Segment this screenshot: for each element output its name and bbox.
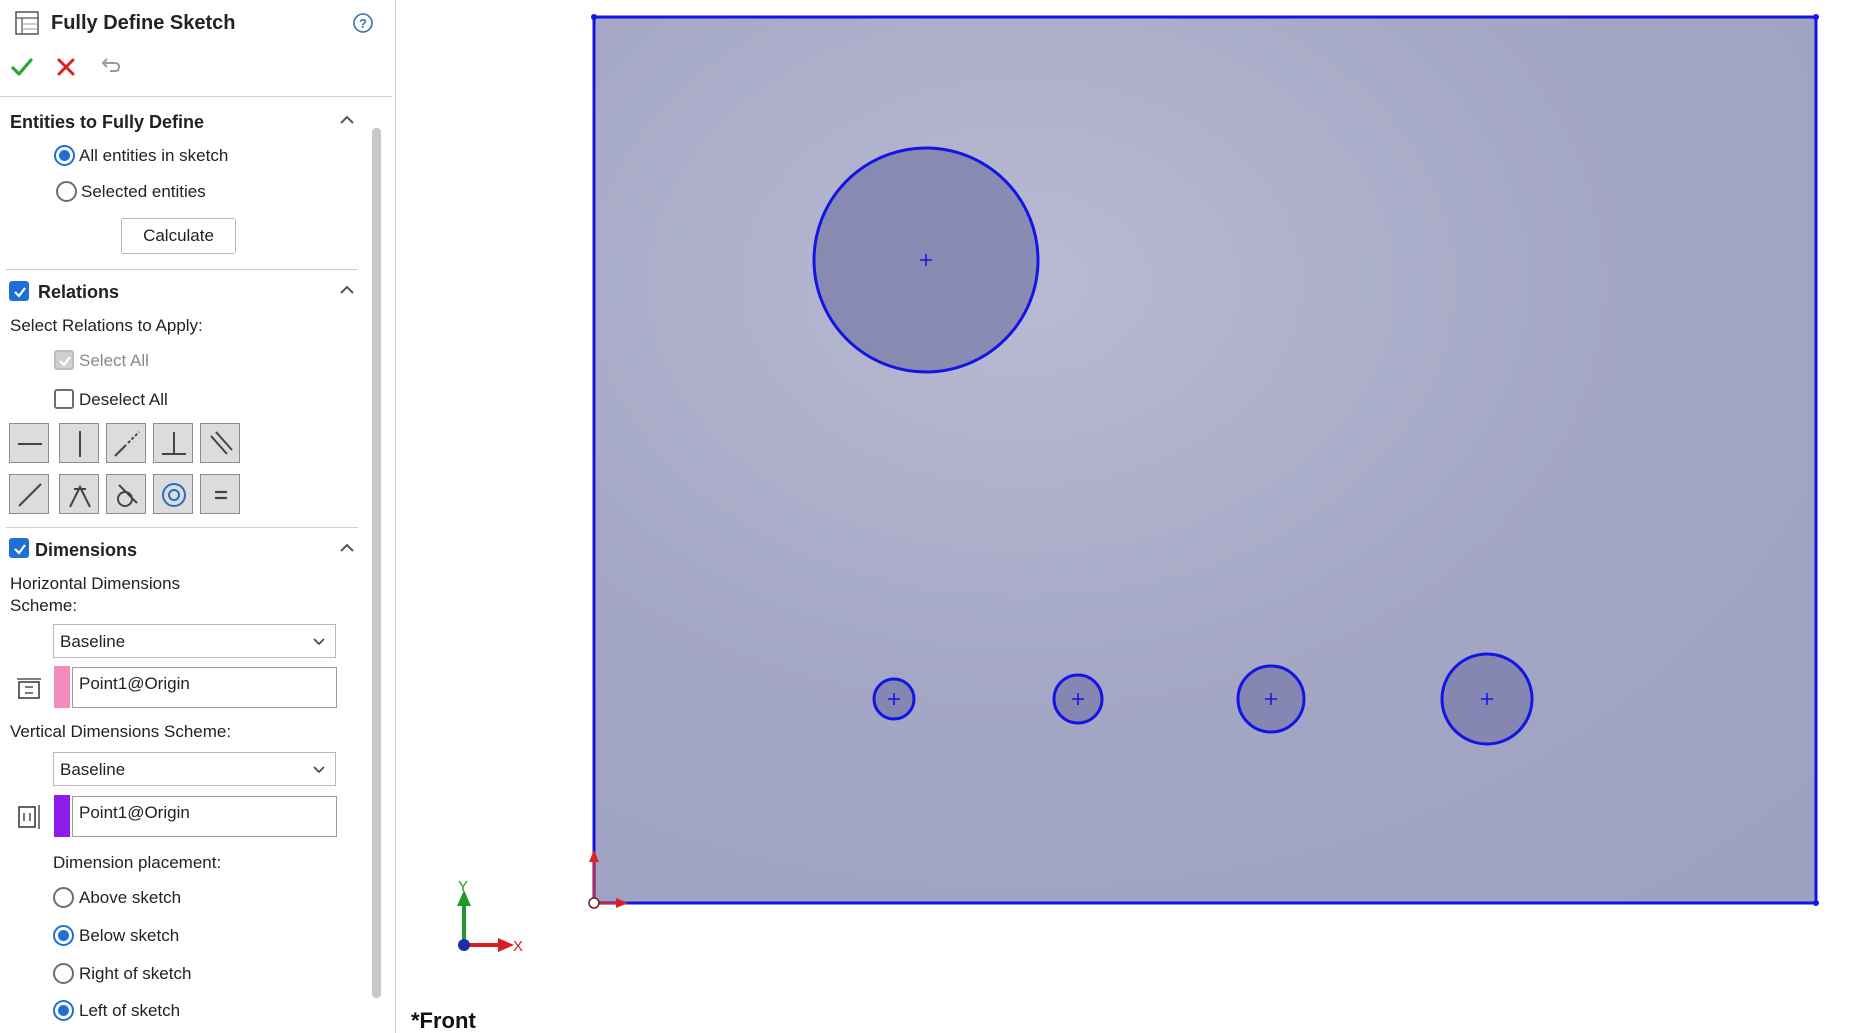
entities-section-title: Entities to Fully Define (10, 112, 205, 132)
ok-button[interactable] (10, 56, 34, 83)
entities-divider (6, 269, 358, 270)
parallel-relation-button[interactable] (200, 423, 240, 463)
view-name-label: *Front (411, 1008, 476, 1033)
vertical-relation-button[interactable] (59, 423, 99, 463)
coincident-relation-icon (69, 484, 91, 508)
collinear-relation-button[interactable] (106, 423, 146, 463)
midpoint-relation-button[interactable] (9, 474, 49, 514)
vertical-datum-value: Point1@Origin (79, 803, 190, 822)
vertical-datum-field[interactable]: Point1@Origin (72, 796, 337, 837)
parallel-relation-icon (210, 431, 233, 455)
selected-entities-label: Selected entities (81, 182, 206, 201)
left-of-sketch-radio[interactable] (53, 1000, 74, 1021)
triad-y-label: Y (458, 878, 468, 895)
horizontal-datum-field[interactable]: Point1@Origin (72, 667, 337, 708)
selected-entities-radio[interactable] (56, 181, 77, 202)
rectangle-corner-point[interactable] (591, 14, 597, 20)
horizontal-scheme-dropdown[interactable]: Baseline (53, 624, 336, 658)
horizontal-datum-value: Point1@Origin (79, 674, 190, 693)
above-sketch-radio[interactable] (53, 887, 74, 908)
equal-relation-icon (215, 490, 227, 500)
below-sketch-radio[interactable] (53, 925, 74, 946)
dimension-placement-label: Dimension placement: (53, 853, 222, 872)
header-divider (0, 96, 392, 97)
select-all-label: Select All (79, 351, 149, 370)
right-of-sketch-radio[interactable] (53, 963, 74, 984)
relations-divider (6, 527, 358, 528)
chevron-down-icon (313, 766, 325, 774)
undo-button[interactable] (98, 55, 122, 82)
tangent-relation-icon (117, 484, 138, 507)
below-sketch-label: Below sketch (79, 926, 180, 945)
vertical-datum-icon (15, 803, 43, 836)
dimensions-checkbox[interactable] (9, 538, 29, 558)
horizontal-datum-color-swatch (54, 666, 70, 708)
graphics-area[interactable]: Y X (396, 0, 1851, 1033)
vertical-scheme-label: Vertical Dimensions Scheme: (10, 722, 232, 741)
concentric-relation-button[interactable] (153, 474, 193, 514)
perpendicular-relation-button[interactable] (153, 423, 193, 463)
relations-checkbox[interactable] (9, 281, 29, 301)
help-circle-icon[interactable]: ? (352, 12, 374, 39)
cancel-button[interactable] (56, 57, 76, 82)
above-sketch-label: Above sketch (79, 888, 182, 907)
right-of-sketch-label: Right of sketch (79, 964, 192, 983)
undo-icon (101, 58, 121, 72)
horizontal-datum-icon (15, 675, 43, 708)
vertical-scheme-dropdown[interactable]: Baseline (53, 752, 336, 786)
calculate-button[interactable]: Calculate (121, 218, 236, 254)
concentric-relation-icon (162, 483, 186, 507)
tangent-relation-button[interactable] (106, 474, 146, 514)
left-of-sketch-label: Left of sketch (79, 1001, 181, 1020)
svg-text:?: ? (359, 16, 367, 31)
fully-define-sketch-icon (14, 10, 40, 41)
deselect-all-checkbox[interactable] (54, 389, 74, 409)
dimensions-collapse-chevron-icon[interactable] (337, 538, 357, 563)
horizontal-scheme-label: Horizontal Dimensions (10, 574, 181, 593)
horizontal-relation-icon (18, 443, 42, 445)
vertical-relation-icon (79, 431, 81, 457)
relations-section-title: Relations (38, 282, 120, 302)
entities-collapse-chevron-icon[interactable] (337, 110, 357, 135)
perpendicular-relation-icon (162, 432, 186, 455)
all-entities-radio[interactable] (54, 145, 75, 166)
green-check-icon (11, 58, 33, 76)
horizontal-scheme-value: Baseline (60, 632, 126, 651)
triad-x-label: X (513, 938, 523, 955)
view-triad-icon (457, 890, 514, 952)
rectangle-corner-point[interactable] (1813, 14, 1819, 20)
sketch-rectangle[interactable] (592, 15, 1818, 905)
relations-collapse-chevron-icon[interactable] (337, 280, 357, 305)
vertical-scheme-value: Baseline (60, 760, 126, 779)
all-entities-label: All entities in sketch (79, 146, 229, 165)
rectangle-corner-point[interactable] (1813, 900, 1819, 906)
red-x-icon (57, 58, 75, 76)
dimensions-section-title: Dimensions (35, 540, 138, 560)
panel-scrollbar[interactable] (372, 128, 381, 998)
midpoint-relation-icon (18, 483, 42, 507)
equal-relation-button[interactable] (200, 474, 240, 514)
select-all-checkbox[interactable] (54, 350, 74, 370)
coincident-relation-button[interactable] (59, 474, 99, 514)
deselect-all-label: Deselect All (79, 390, 168, 409)
vertical-datum-color-swatch (54, 795, 70, 837)
property-manager-panel: Fully Define Sketch ? Entities to Fully … (0, 0, 396, 1033)
collinear-relation-icon (114, 431, 140, 457)
horizontal-scheme-label-2: Scheme: (10, 596, 78, 615)
chevron-down-icon (313, 638, 325, 646)
select-relations-label: Select Relations to Apply: (10, 316, 203, 335)
horizontal-relation-button[interactable] (9, 423, 49, 463)
panel-title: Fully Define Sketch (51, 12, 236, 34)
